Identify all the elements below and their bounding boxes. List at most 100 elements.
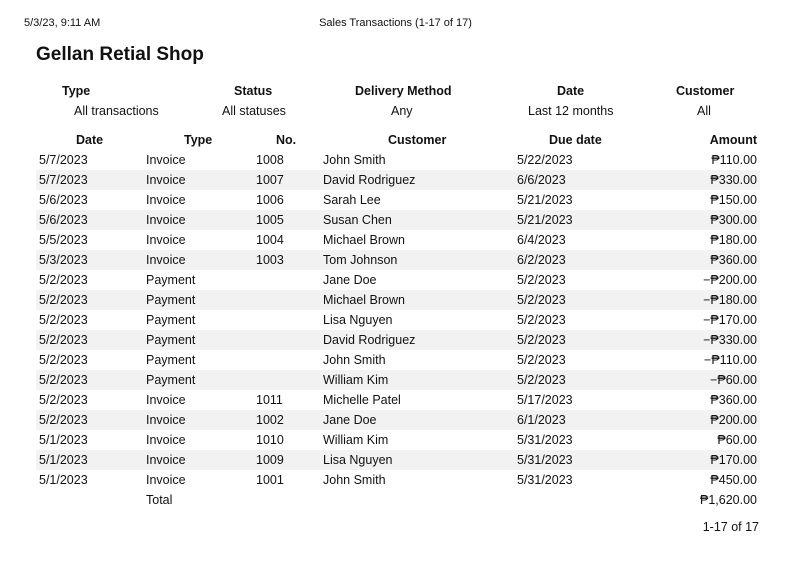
cell-due-date: 5/31/2023 xyxy=(517,473,573,487)
table-row[interactable]: 5/2/2023 Payment John Smith 5/2/2023 −₱110.0… xyxy=(36,350,760,370)
cell-customer: Jane Doe xyxy=(323,273,377,287)
cell-date: 5/2/2023 xyxy=(39,373,88,387)
cell-date: 5/1/2023 xyxy=(39,473,88,487)
cell-date: 5/6/2023 xyxy=(39,213,88,227)
table-row[interactable]: 5/2/2023 Invoice 1011 Michelle Patel 5/17/20… xyxy=(36,390,760,410)
cell-type: Payment xyxy=(146,353,196,367)
cell-customer: John Smith xyxy=(323,473,386,487)
cell-no: 1010 xyxy=(256,433,284,447)
cell-type: Invoice xyxy=(146,153,186,167)
filter-status-value: All statuses xyxy=(222,104,286,118)
cell-amount: −₱200.00 xyxy=(703,273,757,287)
cell-type: Payment xyxy=(146,373,196,387)
filter-delivery-value: Any xyxy=(391,104,413,118)
cell-amount: ₱300.00 xyxy=(710,213,757,227)
cell-amount: ₱330.00 xyxy=(710,173,757,187)
cell-type: Payment xyxy=(146,273,196,287)
cell-no: 1007 xyxy=(256,173,284,187)
cell-amount: −₱60.00 xyxy=(710,373,757,387)
cell-type: Invoice xyxy=(146,233,186,247)
cell-no: 1004 xyxy=(256,233,284,247)
cell-amount: ₱360.00 xyxy=(710,253,757,267)
table-row[interactable]: 5/7/2023 Invoice 1007 David Rodriguez 6/6/20… xyxy=(36,170,760,190)
cell-no: 1002 xyxy=(256,413,284,427)
total-amount: ₱1,620.00 xyxy=(700,493,757,507)
cell-amount: ₱360.00 xyxy=(710,393,757,407)
table-header: Date Type No. Customer Due date Amount xyxy=(36,130,760,150)
cell-type: Invoice xyxy=(146,173,186,187)
cell-customer: Lisa Nguyen xyxy=(323,453,393,467)
cell-type: Invoice xyxy=(146,213,186,227)
cell-due-date: 5/2/2023 xyxy=(517,373,566,387)
cell-due-date: 6/4/2023 xyxy=(517,233,566,247)
cell-no: 1006 xyxy=(256,193,284,207)
cell-customer: William Kim xyxy=(323,433,389,447)
col-header-no[interactable]: No. xyxy=(276,133,296,147)
cell-date: 5/6/2023 xyxy=(39,193,88,207)
table-row[interactable]: 5/1/2023 Invoice 1010 William Kim 5/31/2023 ₱… xyxy=(36,430,760,450)
filter-date-value: Last 12 months xyxy=(528,104,614,118)
cell-type: Invoice xyxy=(146,193,186,207)
cell-amount: −₱330.00 xyxy=(703,333,757,347)
cell-type: Invoice xyxy=(146,433,186,447)
table-body: 5/7/2023 Invoice 1008 John Smith 5/22/2023 ₱1… xyxy=(36,150,760,490)
table-row[interactable]: 5/2/2023 Payment Jane Doe 5/2/2023 −₱200.00 xyxy=(36,270,760,290)
cell-date: 5/2/2023 xyxy=(39,313,88,327)
table-row[interactable]: 5/2/2023 Invoice 1002 Jane Doe 6/1/2023 ₱200.… xyxy=(36,410,760,430)
report-filters: Type Status Delivery Method Date Custome… xyxy=(36,84,760,124)
cell-no: 1009 xyxy=(256,453,284,467)
cell-date: 5/1/2023 xyxy=(39,433,88,447)
cell-due-date: 5/21/2023 xyxy=(517,213,573,227)
col-header-type[interactable]: Type xyxy=(184,133,212,147)
cell-due-date: 6/2/2023 xyxy=(517,253,566,267)
transactions-table: Date Type No. Customer Due date Amount 5… xyxy=(36,130,760,510)
cell-date: 5/2/2023 xyxy=(39,413,88,427)
cell-amount: −₱110.00 xyxy=(704,353,757,367)
cell-date: 5/2/2023 xyxy=(39,353,88,367)
filter-values: All transactions All statuses Any Last 1… xyxy=(36,104,760,124)
table-row[interactable]: 5/2/2023 Payment William Kim 5/2/2023 −₱60.0… xyxy=(36,370,760,390)
table-row[interactable]: 5/6/2023 Invoice 1005 Susan Chen 5/21/2023 ₱3… xyxy=(36,210,760,230)
cell-amount: ₱150.00 xyxy=(710,193,757,207)
cell-due-date: 5/22/2023 xyxy=(517,153,573,167)
table-row[interactable]: 5/3/2023 Invoice 1003 Tom Johnson 6/2/2023 ₱3… xyxy=(36,250,760,270)
filter-type-label: Type xyxy=(62,84,91,98)
cell-due-date: 5/2/2023 xyxy=(517,353,566,367)
table-row[interactable]: 5/1/2023 Invoice 1001 John Smith 5/31/2023 ₱4… xyxy=(36,470,760,490)
table-row[interactable]: 5/1/2023 Invoice 1009 Lisa Nguyen 5/31/2023 ₱… xyxy=(36,450,760,470)
cell-customer: Michael Brown xyxy=(323,233,405,247)
cell-due-date: 5/31/2023 xyxy=(517,433,573,447)
table-row[interactable]: 5/7/2023 Invoice 1008 John Smith 5/22/2023 ₱1… xyxy=(36,150,760,170)
table-row[interactable]: 5/2/2023 Payment David Rodriguez 5/2/2023 −₱… xyxy=(36,330,760,350)
cell-customer: David Rodriguez xyxy=(323,173,416,187)
col-header-due-date[interactable]: Due date xyxy=(549,133,602,147)
table-row[interactable]: 5/6/2023 Invoice 1006 Sarah Lee 5/21/2023 ₱15… xyxy=(36,190,760,210)
cell-no: 1003 xyxy=(256,253,284,267)
cell-type: Invoice xyxy=(146,253,186,267)
cell-amount: ₱450.00 xyxy=(710,473,757,487)
cell-type: Invoice xyxy=(146,413,186,427)
cell-date: 5/2/2023 xyxy=(39,333,88,347)
cell-date: 5/7/2023 xyxy=(39,173,88,187)
cell-date: 5/2/2023 xyxy=(39,273,88,287)
cell-date: 5/1/2023 xyxy=(39,453,88,467)
filter-status-label: Status xyxy=(234,84,273,98)
cell-date: 5/2/2023 xyxy=(39,293,88,307)
cell-type: Invoice xyxy=(146,393,186,407)
page-title: Sales Transactions (1-17 of 17) xyxy=(319,17,472,29)
cell-customer: Jane Doe xyxy=(323,413,377,427)
cell-amount: −₱170.00 xyxy=(703,313,757,327)
cell-customer: Michelle Patel xyxy=(323,393,401,407)
cell-due-date: 5/17/2023 xyxy=(517,393,573,407)
cell-customer: Susan Chen xyxy=(323,213,392,227)
cell-customer: William Kim xyxy=(323,373,389,387)
table-row[interactable]: 5/2/2023 Payment Michael Brown 5/2/2023 −₱18… xyxy=(36,290,760,310)
table-row[interactable]: 5/5/2023 Invoice 1004 Michael Brown 6/4/2023… xyxy=(36,230,760,250)
col-header-amount[interactable]: Amount xyxy=(710,133,757,147)
cell-no: 1001 xyxy=(256,473,284,487)
table-row[interactable]: 5/2/2023 Payment Lisa Nguyen 5/2/2023 −₱170.… xyxy=(36,310,760,330)
cell-customer: Lisa Nguyen xyxy=(323,313,393,327)
col-header-customer[interactable]: Customer xyxy=(388,133,446,147)
col-header-date[interactable]: Date xyxy=(76,133,103,147)
cell-type: Payment xyxy=(146,293,196,307)
